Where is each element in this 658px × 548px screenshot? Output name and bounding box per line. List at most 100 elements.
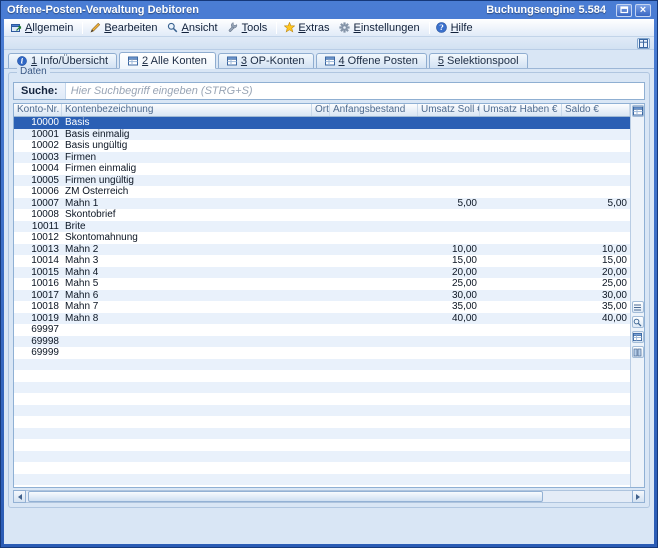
menu-bearbeiten[interactable]: Bearbeiten <box>86 21 163 35</box>
empty-row <box>14 359 630 371</box>
scroll-left-button[interactable] <box>13 490 26 503</box>
table-row[interactable]: 10016Mahn 525,0025,00 <box>14 278 630 290</box>
side-table-button[interactable] <box>632 331 644 343</box>
table-row[interactable]: 10004Firmen einmalig <box>14 163 630 175</box>
close-button[interactable]: × <box>635 4 651 17</box>
cell <box>480 140 562 152</box>
table-row[interactable]: 10007Mahn 15,005,00 <box>14 198 630 210</box>
column-header-umsatz-haben[interactable]: Umsatz Haben € <box>480 104 562 116</box>
cell <box>330 129 418 141</box>
titlebar: Offene-Posten-Verwaltung Debitoren Buchu… <box>4 1 654 19</box>
table-row[interactable]: 10003Firmen <box>14 152 630 164</box>
menu-label: Bearbeiten <box>104 22 157 34</box>
cell <box>312 209 330 221</box>
cell <box>418 140 480 152</box>
side-columns-button[interactable] <box>632 346 644 358</box>
gear-icon <box>339 22 351 34</box>
table-row[interactable]: 10011Brite <box>14 221 630 233</box>
menu-ansicht[interactable]: Ansicht <box>164 21 224 35</box>
table-icon <box>128 56 138 66</box>
tab-label: 3 OP-Konten <box>241 55 305 67</box>
menu-tools[interactable]: Tools <box>224 21 274 35</box>
table-icon <box>227 56 237 66</box>
menu-allgemein[interactable]: Allgemein <box>7 21 79 35</box>
side-lines-button[interactable] <box>632 301 644 313</box>
empty-row <box>14 416 630 428</box>
grid-icon <box>639 38 649 48</box>
menu-hilfe[interactable]: ?Hilfe <box>433 21 479 35</box>
menu-label: Ansicht <box>182 22 218 34</box>
cell: 20,00 <box>418 267 480 279</box>
table-row[interactable]: 10014Mahn 315,0015,00 <box>14 255 630 267</box>
empty-row <box>14 393 630 405</box>
cell: Basis einmalig <box>62 129 312 141</box>
cell: 5,00 <box>418 198 480 210</box>
cell <box>418 129 480 141</box>
column-header-saldo[interactable]: Saldo € <box>562 104 630 116</box>
column-header-umsatz-soll[interactable]: Umsatz Soll € <box>418 104 480 116</box>
column-header-anfangsbestand[interactable]: Anfangsbestand <box>330 104 418 116</box>
menu-label: Allgemein <box>25 22 73 34</box>
scrollbar-track[interactable] <box>26 490 632 503</box>
grid-main: Konto-Nr.KontenbezeichnungOrtAnfangsbest… <box>14 104 630 487</box>
tab-4-offene-posten[interactable]: 4 Offene Posten <box>316 53 427 68</box>
tab-label: 2 Alle Konten <box>142 55 207 67</box>
cell <box>418 163 480 175</box>
cell: Firmen <box>62 152 312 164</box>
search-input[interactable] <box>66 83 644 99</box>
groupbox-label: Daten <box>17 66 50 78</box>
scrollbar-thumb[interactable] <box>28 491 543 502</box>
table-row[interactable]: 10002Basis ungültig <box>14 140 630 152</box>
table-row[interactable]: 10015Mahn 420,0020,00 <box>14 267 630 279</box>
table-row[interactable]: 10006ZM Österreich <box>14 186 630 198</box>
toolbar-separator <box>276 22 277 34</box>
cell: 15,00 <box>418 255 480 267</box>
table-row[interactable]: 10012Skontomahnung <box>14 232 630 244</box>
cell <box>330 324 418 336</box>
cell <box>480 221 562 233</box>
tab-2-alle-konten[interactable]: 2 Alle Konten <box>119 52 216 69</box>
table-row[interactable]: 10008Skontobrief <box>14 209 630 221</box>
table-row[interactable]: 10013Mahn 210,0010,00 <box>14 244 630 256</box>
column-chooser-button[interactable] <box>632 105 644 117</box>
column-header-kontenbezeichnung[interactable]: Kontenbezeichnung <box>62 104 312 116</box>
cell <box>312 290 330 302</box>
cell <box>312 117 330 129</box>
cell <box>330 301 418 313</box>
cell: Mahn 3 <box>62 255 312 267</box>
cell <box>312 140 330 152</box>
table-row[interactable]: 10018Mahn 735,0035,00 <box>14 301 630 313</box>
search-bar: Suche: <box>13 82 645 100</box>
table-row[interactable]: 10019Mahn 840,0040,00 <box>14 313 630 325</box>
menu-einstellungen[interactable]: Einstellungen <box>336 21 426 35</box>
table-row[interactable]: 10005Firmen ungültig <box>14 175 630 187</box>
column-header-ort[interactable]: Ort <box>312 104 330 116</box>
scroll-right-button[interactable] <box>632 490 645 503</box>
cell <box>480 324 562 336</box>
cell: Mahn 4 <box>62 267 312 279</box>
column-header-konto-nr[interactable]: Konto-Nr. <box>14 104 62 116</box>
table-row[interactable]: 10017Mahn 630,0030,00 <box>14 290 630 302</box>
table-row[interactable]: 69997 <box>14 324 630 336</box>
cell: 10005 <box>14 175 62 187</box>
table-icon <box>325 56 335 66</box>
side-magnifier-button[interactable] <box>632 316 644 328</box>
cell <box>312 152 330 164</box>
cell <box>330 347 418 359</box>
cell <box>418 117 480 129</box>
table-row[interactable]: 69999 <box>14 347 630 359</box>
cell <box>480 232 562 244</box>
cell: 10019 <box>14 313 62 325</box>
table-row[interactable]: 10000Basis <box>14 117 630 129</box>
cell <box>480 301 562 313</box>
cell <box>330 221 418 233</box>
menu-extras[interactable]: Extras <box>280 21 335 35</box>
table-row[interactable]: 10001Basis einmalig <box>14 129 630 141</box>
table-row[interactable]: 69998 <box>14 336 630 348</box>
tab-5-selektionspool[interactable]: 5 Selektionspool <box>429 53 528 68</box>
cell: 10007 <box>14 198 62 210</box>
tab-3-op-konten[interactable]: 3 OP-Konten <box>218 53 314 68</box>
menu-label: Tools <box>242 22 268 34</box>
maximize-button[interactable] <box>616 4 632 17</box>
layout-options-button[interactable] <box>637 38 650 49</box>
